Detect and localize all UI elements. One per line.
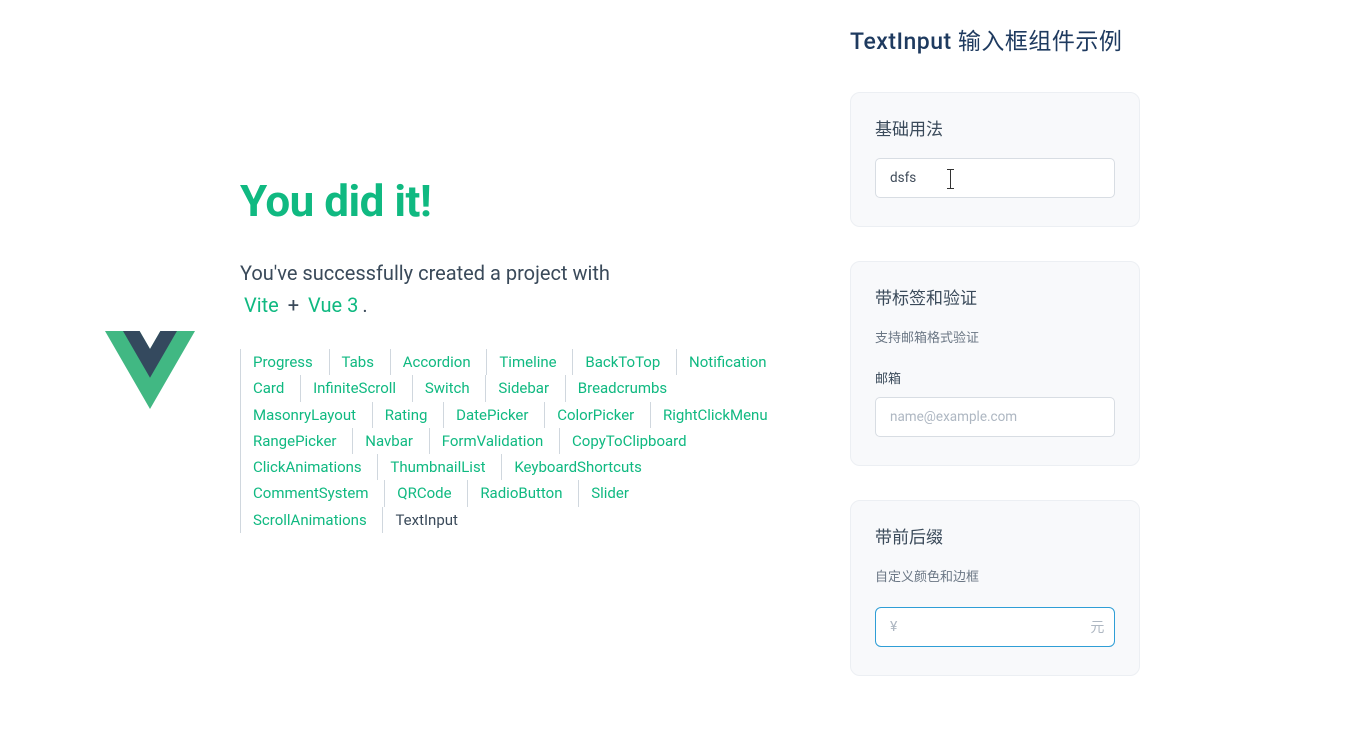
nav-item-navbar[interactable]: Navbar: [352, 428, 425, 454]
nav-item-radiobutton[interactable]: RadioButton: [467, 480, 574, 506]
card-title: 带前后缀: [875, 523, 1115, 548]
email-input-wrapper[interactable]: [875, 397, 1115, 437]
nav-item-card[interactable]: Card: [240, 375, 296, 401]
nav-item-tabs[interactable]: Tabs: [329, 349, 386, 375]
card-subtitle: 支持邮箱格式验证: [875, 327, 1115, 346]
card-title: 基础用法: [875, 115, 1115, 140]
nav-item-sidebar[interactable]: Sidebar: [485, 375, 561, 401]
nav-item-textinput[interactable]: TextInput: [382, 507, 470, 533]
nav-item-timeline[interactable]: Timeline: [486, 349, 568, 375]
nav-item-slider[interactable]: Slider: [578, 480, 641, 506]
nav-item-rating[interactable]: Rating: [372, 402, 440, 428]
nav-item-keyboardshortcuts[interactable]: KeyboardShortcuts: [501, 454, 654, 480]
currency-field[interactable]: [905, 619, 1082, 635]
basic-usage-card: 基础用法 dsfs: [850, 92, 1140, 227]
nav-item-scrollanimations[interactable]: ScrollAnimations: [240, 507, 379, 533]
subtitle: You've successfully created a project wi…: [240, 257, 780, 321]
nav-item-datepicker[interactable]: DatePicker: [443, 402, 540, 428]
nav-item-masonrylayout[interactable]: MasonryLayout: [240, 402, 368, 428]
prefix-suffix-card: 带前后缀 自定义颜色和边框 ¥ 元: [850, 500, 1140, 676]
nav-item-rightclickmenu[interactable]: RightClickMenu: [650, 402, 780, 428]
text-cursor-icon: [950, 170, 951, 188]
subtitle-text: You've successfully created a project wi…: [240, 261, 610, 285]
nav-item-accordion[interactable]: Accordion: [390, 349, 483, 375]
label-validation-card: 带标签和验证 支持邮箱格式验证 邮箱: [850, 261, 1140, 466]
page-title: You did it!: [240, 175, 780, 227]
card-title: 带标签和验证: [875, 284, 1115, 309]
nav-item-formvalidation[interactable]: FormValidation: [429, 428, 556, 454]
email-field[interactable]: [890, 409, 1100, 425]
plus-sign: +: [288, 293, 299, 317]
basic-input-wrapper[interactable]: dsfs: [875, 158, 1115, 198]
period: .: [362, 293, 367, 317]
component-demo-title: TextInput 输入框组件示例: [850, 22, 1306, 56]
card-subtitle: 自定义颜色和边框: [875, 566, 1115, 585]
nav-item-rangepicker[interactable]: RangePicker: [240, 428, 349, 454]
nav-item-backtotop[interactable]: BackToTop: [572, 349, 672, 375]
nav-item-progress[interactable]: Progress: [240, 349, 325, 375]
nav-item-infinitescroll[interactable]: InfiniteScroll: [300, 375, 408, 401]
nav-item-qrcode[interactable]: QRCode: [384, 480, 463, 506]
nav-item-commentsystem[interactable]: CommentSystem: [240, 480, 381, 506]
email-label: 邮箱: [875, 368, 1115, 387]
nav-item-thumbnaillist[interactable]: ThumbnailList: [377, 454, 497, 480]
currency-prefix: ¥: [890, 619, 897, 635]
currency-suffix: 元: [1090, 617, 1104, 637]
nav-item-switch[interactable]: Switch: [412, 375, 482, 401]
nav-item-copytoclipboard[interactable]: CopyToClipboard: [559, 428, 699, 454]
currency-input-wrapper[interactable]: ¥ 元: [875, 607, 1115, 647]
vue-link[interactable]: Vue 3: [308, 293, 358, 317]
basic-input-value: dsfs: [890, 170, 916, 186]
vite-link[interactable]: Vite: [244, 293, 279, 317]
nav-item-colorpicker[interactable]: ColorPicker: [544, 402, 646, 428]
nav-item-breadcrumbs[interactable]: Breadcrumbs: [565, 375, 679, 401]
nav-links: Progress Tabs Accordion Timeline BackToT…: [240, 349, 780, 533]
nav-item-clickanimations[interactable]: ClickAnimations: [240, 454, 374, 480]
vue-logo: [80, 175, 220, 415]
nav-item-notification[interactable]: Notification: [676, 349, 779, 375]
